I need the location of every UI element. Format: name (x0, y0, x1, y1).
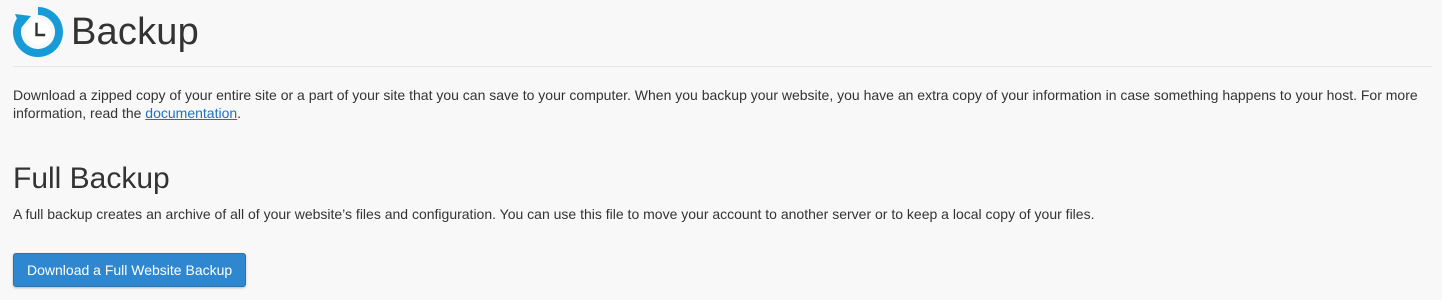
backup-page: Backup Download a zipped copy of your en… (0, 0, 1442, 300)
download-full-backup-button[interactable]: Download a Full Website Backup (13, 253, 247, 287)
full-backup-description: A full backup creates an archive of all … (13, 206, 1095, 222)
intro-text: Download a zipped copy of your entire si… (13, 86, 1438, 122)
backup-clock-icon (13, 7, 63, 57)
page-header: Backup (13, 4, 199, 60)
documentation-link[interactable]: documentation (145, 105, 237, 121)
intro-text-after-link: . (237, 105, 242, 121)
page-title: Backup (71, 11, 199, 53)
full-backup-heading: Full Backup (13, 162, 170, 195)
header-divider (13, 66, 1432, 67)
